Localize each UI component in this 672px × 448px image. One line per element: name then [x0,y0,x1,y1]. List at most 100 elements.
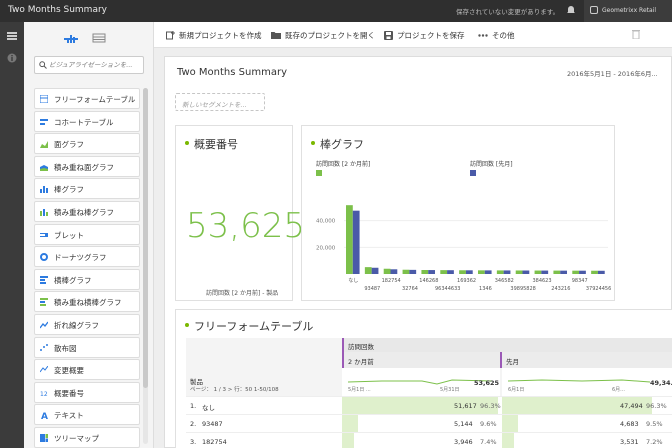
summary-card-title-text: 概要番号 [194,138,238,151]
visualization-item[interactable]: ドーナツグラフ [34,246,140,268]
bar-1[interactable] [402,269,410,274]
new-project-icon [166,31,175,40]
open-project-button[interactable]: 既存のプロジェクトを開く [271,30,375,41]
visualization-item[interactable]: 積み重ね横棒グラフ [34,291,140,313]
col1-value: 51,617 [454,402,477,410]
stacked-area-icon [40,164,48,171]
bar-2[interactable] [503,270,511,274]
components-icon[interactable] [7,31,17,41]
visualization-item[interactable]: 123 概要番号 [34,381,140,403]
trash-icon[interactable] [632,29,640,39]
y-tick-label: 40,000 [316,219,336,225]
visualization-item[interactable]: コホートテーブル [34,110,140,132]
info-icon[interactable] [7,53,17,63]
bar-2[interactable] [409,269,417,274]
visualization-item[interactable]: ツリーマップ [34,426,140,448]
bar-1[interactable] [553,270,561,274]
visualization-label: 横棒グラフ [54,275,92,285]
open-project-label: 既存のプロジェクトを開く [285,31,375,40]
table-pager[interactable]: ページ： 1 / 3 > 行：50 1-50/108 [190,385,279,393]
bar-1[interactable] [459,270,466,274]
visualization-label: コホートテーブル [54,117,114,127]
table-row[interactable]: 2. 93487 5,144 9.6% 4,683 9.5% [186,414,672,432]
y-tick-label: 20,000 [316,245,336,251]
visualization-item[interactable]: 折れ線グラフ [34,313,140,335]
bar-2[interactable] [579,270,586,274]
bar-2[interactable] [428,270,436,274]
svg-text:A: A [41,412,48,419]
bar-1[interactable] [534,270,542,274]
col1-range-end: 5月31日 [440,387,460,393]
col1-summary: 5月1日 ... 5月31日 53,625 [342,368,500,396]
bar-1[interactable] [383,268,391,274]
col2-header[interactable]: 先月 [500,352,672,368]
bar-2[interactable] [447,270,454,274]
x-tick-label: 93487 [364,286,380,292]
visualization-item[interactable]: 積み重ね棒グラフ [34,200,140,222]
bar-2[interactable] [541,270,549,274]
card-status-dot [185,141,189,145]
visualization-item[interactable]: フリーフォームテーブル [34,88,140,109]
visualization-item[interactable]: ブレット [34,223,140,245]
bullet-icon [40,232,48,237]
visualization-item[interactable]: 面グラフ [34,133,140,155]
col2-value: 3,531 [620,438,639,446]
date-range-picker[interactable]: 2016年5月1日 - 2016年6月... [567,68,658,78]
bar-1[interactable] [421,270,429,274]
bar-1[interactable] [440,270,448,274]
table-row[interactable]: 1. なし 51,617 96.3% 47,494 96.3% [186,396,672,414]
x-tick-label: 39895828 [510,286,535,292]
toolbar: 新規プロジェクトを作成 既存のプロジェクトを開く プロジェクトを保存 その他 [154,22,672,48]
row-dimension: なし [202,404,215,412]
table-row[interactable]: 3. 182754 3,946 7.4% 3,531 7.2% [186,432,672,448]
col1-header[interactable]: 2 か月前 [342,352,500,368]
col1-header-label: 2 か月前 [348,358,374,366]
metric-header[interactable]: 訪問回数 [342,338,672,352]
visualization-search[interactable] [34,56,144,74]
notification-bell-icon[interactable] [566,5,576,15]
more-button[interactable]: その他 [478,30,515,41]
panel-scrollbar[interactable] [143,88,148,444]
col2-range-end: 6月... [612,387,625,393]
bar-2[interactable] [465,270,473,274]
visualization-item[interactable]: 変更概要 [34,359,140,381]
bar-2[interactable] [390,269,398,274]
visualization-item[interactable]: 横棒グラフ [34,268,140,290]
project-title[interactable]: Two Months Summary [177,67,287,78]
hbar-icon [40,275,48,284]
bar-2[interactable] [352,210,360,274]
visualization-label: フリーフォームテーブル [54,95,136,104]
tab-visualizations[interactable] [64,28,78,43]
bar-2[interactable] [560,270,568,274]
org-switcher[interactable]: Geometrixx Retail [584,0,672,22]
bar-1[interactable] [572,270,580,274]
new-project-button[interactable]: 新規プロジェクトを作成 [166,30,262,41]
visualization-list: フリーフォームテーブル コホートテーブル面グラフ 積み重ね面グラフ 棒グラフ 積み重ね棒… [34,88,140,448]
bar-1[interactable] [591,270,598,274]
col2-summary: 6月1日 6月... 49,34... [502,368,672,396]
visualization-item[interactable]: 積み重ね面グラフ [34,155,140,177]
x-tick-label: 32764 [402,286,418,292]
visualization-label: 折れ線グラフ [54,320,99,330]
search-input[interactable] [49,59,139,71]
panel-scroll-thumb[interactable] [143,88,148,388]
bar-2[interactable] [484,270,492,274]
visualization-item[interactable]: A テキスト [34,404,140,426]
bar-1[interactable] [364,267,372,274]
save-project-button[interactable]: プロジェクトを保存 [384,30,465,41]
bar-2[interactable] [597,270,605,274]
line-chart-icon [40,321,48,329]
row-dimension: 182754 [202,438,227,446]
bar-1[interactable] [515,270,523,274]
bar-1[interactable] [496,270,504,274]
visualization-item[interactable]: 棒グラフ [34,178,140,200]
bar-1[interactable] [346,205,353,274]
segment-drop-zone[interactable]: 新しいセグメントを... [175,93,265,111]
workspace: Two Months Summary 2016年5月1日 - 2016年6月..… [154,48,672,448]
bar-1[interactable] [478,270,485,274]
visualization-item[interactable]: 散布図 [34,336,140,358]
col2-value: 4,683 [620,420,639,428]
bar-2[interactable] [371,267,379,274]
tab-panels[interactable] [92,28,106,43]
bar-2[interactable] [522,270,530,274]
